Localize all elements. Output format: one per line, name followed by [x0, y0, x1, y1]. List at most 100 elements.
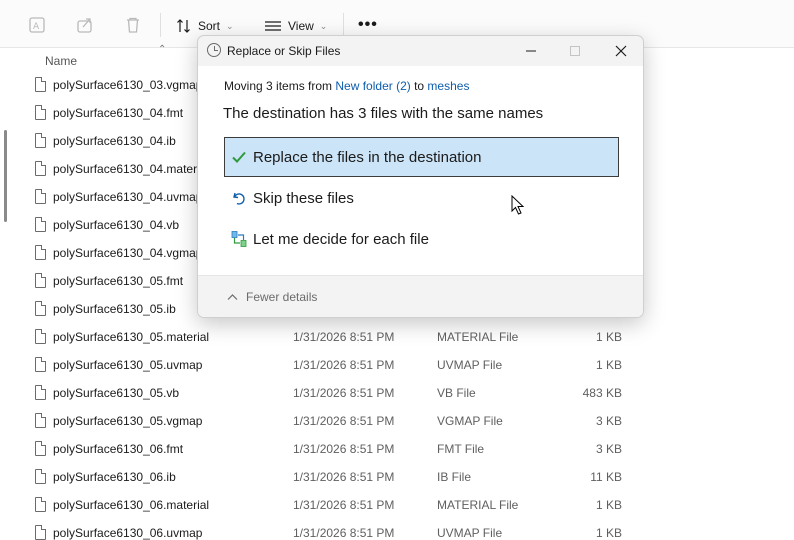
file-icon — [35, 469, 46, 484]
file-type: FMT File — [437, 442, 485, 456]
table-row[interactable]: polySurface6130_05.vb 1/31/2026 8:51 PM VB… — [0, 380, 794, 408]
mouse-cursor-icon — [511, 195, 525, 215]
destination-message: The destination has 3 files with the sam… — [223, 105, 544, 122]
file-name: polySurface6130_04.ib — [53, 134, 176, 148]
chevron-down-icon: ⌄ — [319, 20, 328, 31]
decide-each-label: Let me decide for each file — [253, 230, 429, 248]
file-icon — [35, 525, 46, 540]
file-icon — [35, 441, 46, 456]
file-size: 3 KB — [595, 442, 622, 456]
minimize-button[interactable] — [518, 40, 544, 62]
file-size: 1 KB — [595, 526, 622, 540]
toolbar-separator — [160, 13, 161, 37]
file-icon — [35, 189, 46, 204]
dialog-footer: Fewer details — [198, 275, 643, 317]
svg-text:A: A — [33, 22, 40, 32]
sort-icon — [177, 19, 190, 33]
file-name: polySurface6130_05.vgmap — [53, 414, 203, 428]
file-type: MATERIAL File — [437, 498, 519, 512]
compare-files-icon — [225, 230, 253, 248]
file-icon — [35, 105, 46, 120]
table-row[interactable]: polySurface6130_06.material 1/31/2026 8:5… — [0, 492, 794, 520]
chevron-down-icon: ⌄ — [226, 20, 234, 31]
file-name: polySurface6130_04.uvmap — [53, 190, 203, 204]
file-name: polySurface6130_05.vb — [53, 386, 180, 400]
fewer-details-label: Fewer details — [246, 290, 318, 304]
view-label: View — [288, 19, 314, 33]
close-button[interactable] — [608, 40, 634, 62]
decide-each-option[interactable]: Let me decide for each file — [224, 219, 619, 259]
file-icon — [35, 413, 46, 428]
replace-files-option[interactable]: Replace the files in the destination — [224, 137, 619, 177]
table-row[interactable]: polySurface6130_05.vgmap 1/31/2026 8:51 P… — [0, 408, 794, 436]
dialog-titlebar[interactable]: Replace or Skip Files — [198, 36, 643, 66]
file-icon — [35, 217, 46, 232]
file-icon — [35, 329, 46, 344]
file-name: polySurface6130_05.uvmap — [53, 358, 203, 372]
file-name: polySurface6130_06.fmt — [53, 442, 184, 456]
file-name: polySurface6130_05.ib — [53, 302, 176, 316]
file-size: 11 KB — [590, 470, 622, 484]
sort-label: Sort — [198, 19, 221, 33]
file-name: polySurface6130_04.vgmap — [53, 246, 203, 260]
file-name: polySurface6130_06.uvmap — [53, 526, 203, 540]
file-date-modified: 1/31/2026 8:51 PM — [293, 414, 395, 428]
file-icon — [35, 161, 46, 176]
table-row[interactable]: polySurface6130_06.uvmap 1/31/2026 8:51 P… — [0, 520, 794, 540]
file-size: 1 KB — [595, 330, 622, 344]
sort-ascending-icon: ⌃ — [158, 44, 167, 55]
view-button[interactable]: View ⌄ — [264, 16, 327, 36]
moving-status: Moving 3 items from New folder (2) to me… — [224, 79, 469, 93]
file-icon — [35, 273, 46, 288]
file-icon — [35, 133, 46, 148]
moving-to: to — [410, 79, 428, 93]
maximize-button[interactable] — [562, 40, 588, 62]
delete-icon[interactable] — [122, 14, 144, 36]
sort-button[interactable]: Sort ⌄ — [176, 16, 234, 36]
file-icon — [35, 301, 46, 316]
file-date-modified: 1/31/2026 8:51 PM — [293, 526, 395, 540]
table-row[interactable]: polySurface6130_06.ib 1/31/2026 8:51 PM IB… — [0, 464, 794, 492]
file-name: polySurface6130_04.fmt — [53, 106, 184, 120]
more-options-button[interactable]: ••• — [358, 16, 378, 34]
share-icon[interactable] — [74, 14, 96, 36]
destination-folder-link[interactable]: meshes — [427, 79, 469, 93]
file-type: VGMAP File — [437, 414, 503, 428]
table-row[interactable]: polySurface6130_05.material 1/31/2026 8:5… — [0, 324, 794, 352]
skip-files-option[interactable]: Skip these files — [224, 178, 619, 218]
view-icon — [265, 21, 281, 31]
replace-or-skip-dialog: Replace or Skip Files Moving 3 items fro… — [197, 35, 644, 318]
file-size: 483 KB — [582, 386, 622, 400]
skip-files-label: Skip these files — [253, 189, 354, 207]
source-folder-link[interactable]: New folder (2) — [335, 79, 410, 93]
file-icon — [35, 77, 46, 92]
file-name: polySurface6130_05.material — [53, 330, 210, 344]
file-date-modified: 1/31/2026 8:51 PM — [293, 442, 395, 456]
file-date-modified: 1/31/2026 8:51 PM — [293, 498, 395, 512]
maximize-icon — [570, 46, 580, 56]
dialog-body: Moving 3 items from New folder (2) to me… — [198, 66, 643, 275]
checkmark-icon — [225, 150, 253, 164]
moving-prefix: Moving 3 items from — [224, 79, 336, 93]
file-type: MATERIAL File — [437, 330, 519, 344]
file-name: polySurface6130_04.vb — [53, 218, 180, 232]
fewer-details-button[interactable]: Fewer details — [227, 290, 317, 304]
file-size: 1 KB — [595, 358, 622, 372]
rename-icon[interactable]: A — [26, 14, 48, 36]
file-date-modified: 1/31/2026 8:51 PM — [293, 470, 395, 484]
column-header-name[interactable]: Name — [45, 54, 77, 68]
file-size: 1 KB — [595, 498, 622, 512]
file-icon — [35, 497, 46, 512]
dialog-title: Replace or Skip Files — [227, 44, 341, 58]
table-row[interactable]: polySurface6130_05.uvmap 1/31/2026 8:51 P… — [0, 352, 794, 380]
file-date-modified: 1/31/2026 8:51 PM — [293, 358, 395, 372]
file-name: polySurface6130_06.material — [53, 498, 210, 512]
file-type: UVMAP File — [437, 526, 503, 540]
replace-files-label: Replace the files in the destination — [253, 148, 482, 166]
undo-icon — [225, 190, 253, 206]
file-date-modified: 1/31/2026 8:51 PM — [293, 330, 395, 344]
file-name: polySurface6130_06.ib — [53, 470, 176, 484]
table-row[interactable]: polySurface6130_06.fmt 1/31/2026 8:51 PM F… — [0, 436, 794, 464]
file-date-modified: 1/31/2026 8:51 PM — [293, 386, 395, 400]
file-type: VB File — [437, 386, 476, 400]
